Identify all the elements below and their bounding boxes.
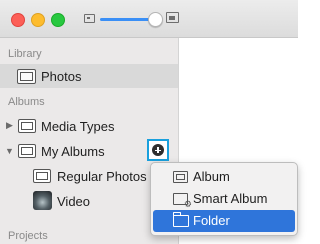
add-menu: Album Smart Album Folder [150,162,298,236]
menu-item-label: Album [193,169,230,184]
section-header-library: Library [8,48,42,60]
sidebar-item-media-types[interactable]: ▶ Media Types [0,114,178,138]
menu-item-label: Folder [193,213,230,228]
titlebar [0,0,298,38]
album-icon [18,144,36,158]
large-photo-icon [166,12,179,23]
menu-item-smart-album[interactable]: Smart Album [153,188,295,210]
sidebar-item-photos[interactable]: Photos [0,64,178,88]
add-button-highlight[interactable] [147,139,169,161]
sidebar-item-label: Video [57,194,91,209]
photos-icon [17,69,36,84]
sidebar-item-label: Media Types [41,119,115,134]
zoom-window-button[interactable] [51,13,65,27]
video-thumbnail [33,191,52,210]
disclosure-right-icon[interactable]: ▶ [6,120,13,131]
folder-icon [172,212,189,227]
section-header-projects: Projects [8,230,48,242]
album-icon [18,119,36,133]
small-photo-icon [84,14,95,23]
album-icon [33,169,51,183]
album-icon [173,171,188,183]
close-button[interactable] [11,13,25,27]
menu-item-folder[interactable]: Folder [153,210,295,232]
sidebar-item-label: Photos [41,69,82,84]
minimize-button[interactable] [31,13,45,27]
sidebar-item-label: My Albums [41,144,105,159]
disclosure-down-icon[interactable]: ▼ [5,146,14,156]
plus-circle-icon[interactable] [152,144,164,156]
photos-window: Library Photos Albums ▶ Media Types ▼ My… [0,0,298,244]
smart-album-icon [173,193,192,210]
sidebar-item-label: Regular Photos [57,169,147,184]
zoom-slider-knob[interactable] [148,12,163,27]
menu-item-label: Smart Album [193,191,268,206]
menu-item-album[interactable]: Album [153,166,295,188]
section-header-albums: Albums [8,96,45,108]
